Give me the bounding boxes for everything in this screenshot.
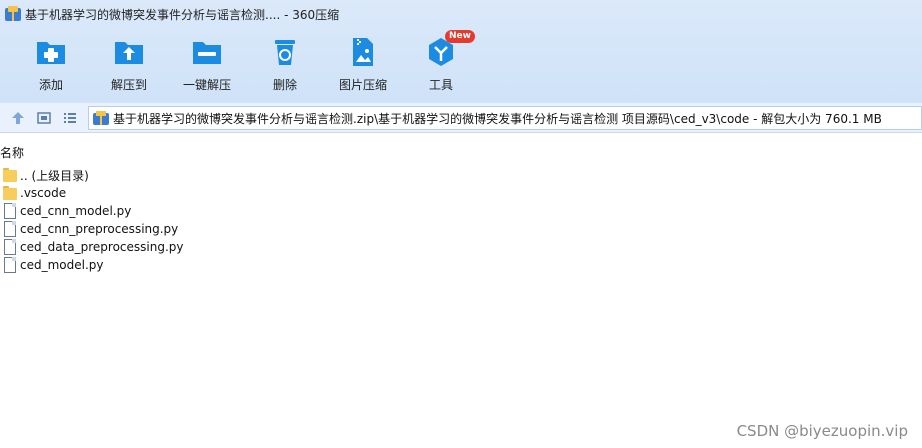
address-row: 基于机器学习的微博突发事件分析与谣言检测.zip\基于机器学习的微博突发事件分析… (0, 103, 922, 133)
toolbar-label: 删除 (272, 78, 297, 92)
file-name: ced_model.py (20, 258, 104, 272)
toolbar-label: 一键解压 (182, 78, 231, 92)
tools-button[interactable]: New 工具 (402, 28, 480, 100)
folder-icon (3, 167, 17, 183)
tools-icon: New (425, 30, 475, 68)
list-item[interactable]: ced_model.py (3, 256, 184, 274)
folder-icon (3, 185, 17, 201)
file-icon (3, 221, 17, 237)
file-icon (3, 203, 17, 219)
list-view-icon[interactable] (62, 110, 78, 126)
delete-icon (269, 36, 301, 68)
window-title: 基于机器学习的微博突发事件分析与谣言检测.... - 360压缩 (25, 7, 340, 22)
toolbar-label: 工具 (428, 78, 453, 92)
toolbar: 添加 解压到 一键解压 删除 图片压缩 New 工具 (0, 28, 480, 100)
delete-button[interactable]: 删除 (246, 28, 324, 100)
file-name: ced_cnn_preprocessing.py (20, 222, 179, 236)
file-list: .. (上级目录) .vscode ced_cnn_model.py ced_c… (3, 166, 184, 274)
address-path: 基于机器学习的微博突发事件分析与谣言检测.zip\基于机器学习的微博突发事件分析… (113, 111, 882, 126)
list-item[interactable]: ced_data_preprocessing.py (3, 238, 184, 256)
add-icon (35, 36, 67, 68)
list-item[interactable]: .vscode (3, 184, 184, 202)
thumbnail-view-icon[interactable] (36, 110, 52, 126)
image-compress-icon (347, 36, 379, 68)
file-icon (3, 239, 17, 255)
extract-to-button[interactable]: 解压到 (90, 28, 168, 100)
one-click-extract-icon (191, 36, 223, 68)
file-name: .. (上级目录) (20, 168, 89, 183)
extract-to-icon (113, 36, 145, 68)
zip-archive-icon (93, 110, 109, 126)
title-bar: 基于机器学习的微博突发事件分析与谣言检测.... - 360压缩 (0, 0, 922, 28)
file-name: ced_data_preprocessing.py (20, 240, 184, 254)
list-item[interactable]: ced_cnn_preprocessing.py (3, 220, 184, 238)
list-item-parent-directory[interactable]: .. (上级目录) (3, 166, 184, 184)
toolbar-label: 添加 (38, 78, 63, 92)
one-click-extract-button[interactable]: 一键解压 (168, 28, 246, 100)
toolbar-label: 图片压缩 (338, 78, 387, 92)
image-compress-button[interactable]: 图片压缩 (324, 28, 402, 100)
watermark: CSDN @biyezuopin.vip (736, 422, 908, 440)
address-bar[interactable]: 基于机器学习的微博突发事件分析与谣言检测.zip\基于机器学习的微博突发事件分析… (88, 106, 922, 130)
add-button[interactable]: 添加 (12, 28, 90, 100)
list-item[interactable]: ced_cnn_model.py (3, 202, 184, 220)
up-arrow-icon[interactable] (10, 110, 26, 126)
file-name: .vscode (20, 186, 67, 200)
file-name: ced_cnn_model.py (20, 204, 132, 218)
toolbar-label: 解压到 (110, 78, 147, 92)
column-header-name[interactable]: 名称 (0, 144, 24, 162)
new-badge: New (445, 30, 475, 43)
file-icon (3, 257, 17, 273)
app-logo-icon (5, 6, 21, 22)
